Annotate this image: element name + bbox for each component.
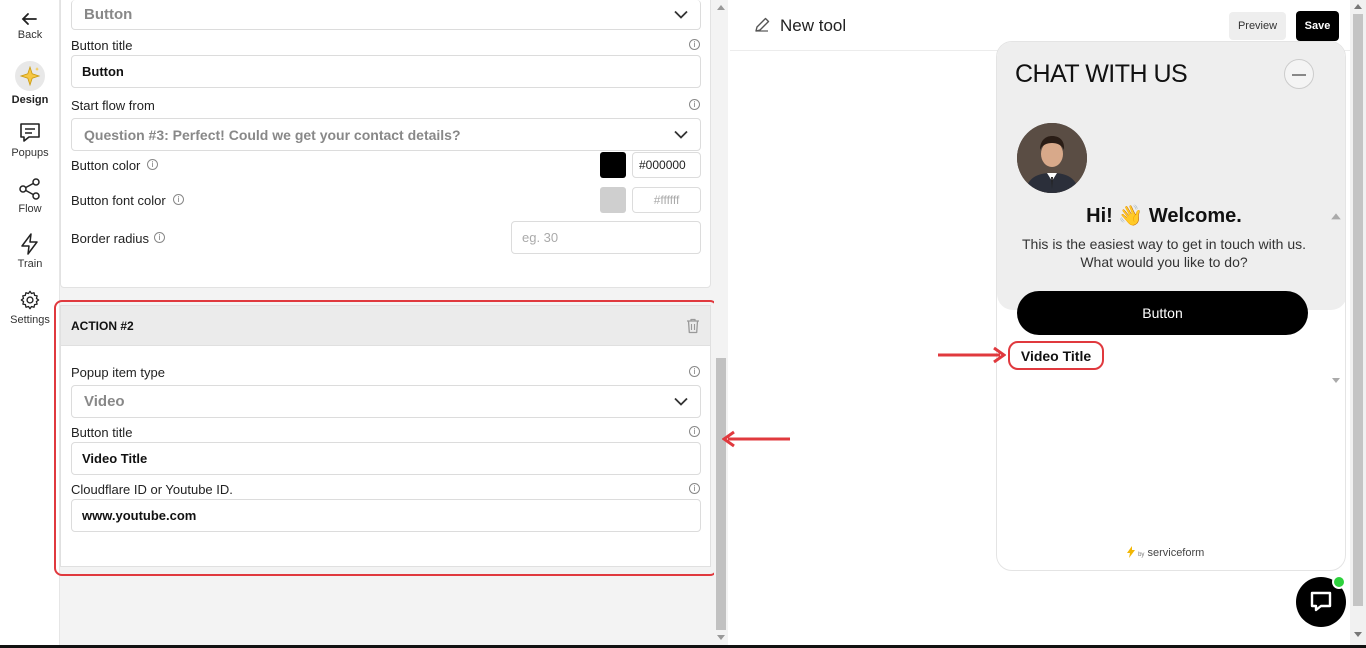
page-scroll-thumb[interactable]: [1353, 14, 1363, 606]
nav-settings[interactable]: Settings: [0, 289, 60, 326]
save-button[interactable]: Save: [1296, 11, 1339, 41]
welcome-heading: Hi! 👋 Welcome.: [1086, 205, 1242, 227]
welcome-subtext: This is the easiest way to get in touch …: [1021, 236, 1307, 270]
nav-flow-label: Flow: [18, 203, 42, 215]
avatar: [1017, 123, 1087, 193]
button-font-color-swatch[interactable]: [600, 187, 626, 213]
nav-design-label: Design: [11, 94, 49, 106]
nav-popups[interactable]: Popups: [0, 122, 60, 159]
border-radius-label: Border radius: [71, 231, 150, 246]
button-color-value: #000000: [639, 158, 686, 172]
popup-type-select-1[interactable]: Button: [71, 0, 701, 30]
brand-name: serviceform: [1147, 547, 1205, 559]
chevron-down-icon: [674, 130, 688, 139]
page-scroll-up-icon[interactable]: [1354, 3, 1362, 11]
page-scroll-down-icon[interactable]: [1354, 630, 1362, 638]
button-title-label-1: Button title: [71, 38, 133, 53]
pencil-icon[interactable]: [753, 16, 771, 34]
panel-scroll-thumb[interactable]: [716, 358, 726, 630]
nav-back-label: Back: [17, 29, 43, 41]
gear-icon: [20, 290, 40, 310]
annotation-arrow-left-icon: [722, 430, 790, 448]
lightning-icon: [21, 233, 38, 255]
online-status-dot: [1332, 575, 1346, 589]
video-title-button[interactable]: Video Title: [1008, 341, 1104, 370]
info-icon: i: [147, 159, 158, 170]
nav-train-label: Train: [17, 258, 43, 270]
button-title-value-1: Button: [82, 64, 124, 79]
button-title-input-1[interactable]: Button: [71, 55, 701, 88]
arrow-left-icon: [21, 13, 37, 25]
widget-action-button[interactable]: Button: [1017, 291, 1308, 335]
highlight-box: [54, 300, 718, 576]
button-color-label: Button color: [71, 158, 141, 173]
left-nav: Back Design Popups Flow Train Settings: [0, 0, 60, 648]
minimize-icon[interactable]: [1284, 59, 1314, 89]
nav-train[interactable]: Train: [0, 233, 60, 270]
popup-type-value-1: Button: [84, 6, 133, 23]
button-font-color-input[interactable]: #ffffff: [632, 187, 701, 213]
nav-popups-label: Popups: [11, 147, 49, 159]
border-radius-placeholder: eg. 30: [522, 230, 559, 245]
button-font-color-label: Button font color: [71, 193, 166, 208]
scroll-up-arrow-icon[interactable]: [717, 4, 725, 12]
powered-by[interactable]: by serviceform: [1127, 546, 1204, 559]
powered-by-label: by: [1138, 552, 1145, 558]
widget-scroll-up-icon[interactable]: [1330, 46, 1342, 388]
sparkle-icon: [15, 61, 45, 91]
button-font-color-placeholder: #ffffff: [653, 193, 680, 207]
nav-settings-label: Settings: [10, 314, 50, 326]
nav-flow[interactable]: Flow: [0, 178, 60, 215]
chat-bubble-icon: [1310, 591, 1332, 612]
info-icon: i: [689, 99, 700, 110]
tool-name[interactable]: New tool: [780, 16, 846, 36]
border-radius-input[interactable]: eg. 30: [511, 221, 701, 254]
info-icon: i: [173, 194, 184, 205]
scroll-down-arrow-icon[interactable]: [717, 633, 725, 641]
info-icon: i: [689, 39, 700, 50]
lightning-icon: [1127, 546, 1135, 558]
preview-button[interactable]: Preview: [1229, 12, 1286, 40]
start-flow-value: Question #3: Perfect! Could we get your …: [84, 126, 461, 143]
widget-scroll-down-icon[interactable]: [1331, 376, 1341, 384]
start-flow-select[interactable]: Question #3: Perfect! Could we get your …: [71, 118, 701, 151]
chat-widget-preview: CHAT WITH US Hi! 👋 Welcome. This is the …: [996, 41, 1346, 571]
annotation-arrow-right-icon: [938, 346, 1006, 364]
info-icon: i: [154, 232, 165, 243]
share-flow-icon: [19, 178, 40, 200]
widget-title: CHAT WITH US: [1015, 60, 1188, 88]
chevron-down-icon: [674, 10, 688, 19]
nav-back[interactable]: Back: [0, 11, 60, 41]
button-color-swatch[interactable]: [600, 152, 626, 178]
start-flow-label: Start flow from: [71, 98, 155, 113]
button-color-input[interactable]: #000000: [632, 152, 701, 178]
nav-design[interactable]: Design: [0, 61, 60, 106]
chat-popup-icon: [20, 123, 40, 142]
